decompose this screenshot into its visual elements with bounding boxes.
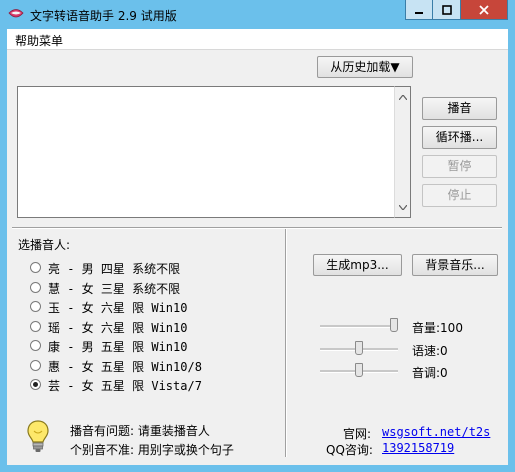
speed-slider[interactable]	[320, 341, 398, 357]
slider-thumb[interactable]	[390, 318, 398, 332]
speaker-option-yu[interactable]: 玉 - 女 六星 限 Win10	[30, 298, 260, 315]
slider-thumb[interactable]	[355, 341, 363, 355]
loop-play-button[interactable]: 循环播...	[422, 126, 497, 149]
lightbulb-icon	[27, 420, 49, 452]
close-icon	[479, 4, 489, 15]
play-button[interactable]: 播音	[422, 97, 497, 120]
minimize-button[interactable]	[405, 0, 433, 20]
radio-button[interactable]	[30, 360, 41, 371]
speaker-option-label: 亮 - 男 四星 系统不限	[48, 262, 181, 276]
radio-button[interactable]	[30, 340, 41, 351]
speaker-option-kang[interactable]: 康 - 男 五星 限 Win10	[30, 337, 260, 354]
website-link[interactable]: wsgsoft.net/t2s	[382, 425, 490, 439]
qq-number-link[interactable]: 1392158719	[382, 441, 454, 455]
speaker-option-yun[interactable]: 芸 - 女 五星 限 Vista/7	[30, 376, 260, 393]
speaker-option-label: 慧 - 女 三星 系统不限	[48, 282, 181, 296]
radio-button[interactable]	[30, 282, 41, 293]
hint-reinstall: 播音有问题: 请重装播音人	[70, 424, 210, 438]
scroll-down-arrow-icon[interactable]	[395, 199, 410, 215]
text-scrollbar[interactable]	[394, 86, 411, 218]
speaker-option-label: 惠 - 女 五星 限 Win10/8	[48, 360, 202, 374]
volume-slider[interactable]	[320, 318, 398, 334]
horizontal-divider	[12, 227, 502, 229]
radio-button[interactable]	[30, 262, 41, 273]
generate-mp3-button[interactable]: 生成mp3...	[313, 254, 402, 276]
radio-button[interactable]	[30, 301, 41, 312]
speaker-option-liang[interactable]: 亮 - 男 四星 系统不限	[30, 259, 260, 276]
website-label: 官网:	[343, 427, 372, 441]
minimize-icon	[415, 11, 423, 14]
speaker-option-label: 玉 - 女 六星 限 Win10	[48, 301, 188, 315]
radio-button-selected[interactable]	[30, 379, 41, 390]
speaker-option-label: 康 - 男 五星 限 Win10	[48, 340, 188, 354]
pitch-label: 音调:0	[412, 366, 448, 380]
radio-button[interactable]	[30, 321, 41, 332]
slider-thumb[interactable]	[355, 363, 363, 377]
qq-label: QQ咨询:	[326, 443, 373, 457]
volume-label: 音量:100	[412, 321, 463, 335]
menu-bar: 帮助菜单	[7, 29, 508, 50]
pitch-slider[interactable]	[320, 363, 398, 379]
text-input[interactable]	[17, 86, 411, 218]
scroll-up-arrow-icon[interactable]	[395, 89, 410, 105]
pause-button[interactable]: 暂停	[422, 155, 497, 178]
speed-label: 语速:0	[412, 344, 448, 358]
speaker-option-hui[interactable]: 慧 - 女 三星 系统不限	[30, 279, 260, 296]
hint-pronunciation: 个别音不准: 用别字或换个句子	[70, 443, 234, 457]
title-bar: 文字转语音助手 2.9 试用版	[0, 0, 515, 30]
speaker-option-label: 瑶 - 女 六星 限 Win10	[48, 321, 188, 335]
maximize-button[interactable]	[433, 0, 461, 20]
stop-button[interactable]: 停止	[422, 184, 497, 207]
app-icon	[8, 9, 24, 18]
speaker-group-label: 选播音人:	[18, 238, 71, 252]
window-frame-right	[508, 29, 515, 472]
maximize-icon	[441, 4, 452, 15]
load-history-button[interactable]: 从历史加载▼	[317, 56, 413, 78]
background-music-button[interactable]: 背景音乐...	[412, 254, 498, 276]
speaker-option-hui2[interactable]: 惠 - 女 五星 限 Win10/8	[30, 357, 260, 374]
speaker-option-yao[interactable]: 瑶 - 女 六星 限 Win10	[30, 318, 260, 335]
window-frame-left	[0, 29, 7, 472]
speaker-option-label: 芸 - 女 五星 限 Vista/7	[48, 379, 202, 393]
window-title: 文字转语音助手 2.9 试用版	[30, 9, 177, 23]
menu-help[interactable]: 帮助菜单	[15, 32, 63, 49]
vertical-divider	[285, 229, 287, 457]
slider-track	[320, 325, 398, 328]
close-button[interactable]	[461, 0, 508, 20]
window-frame-bottom	[0, 465, 515, 472]
